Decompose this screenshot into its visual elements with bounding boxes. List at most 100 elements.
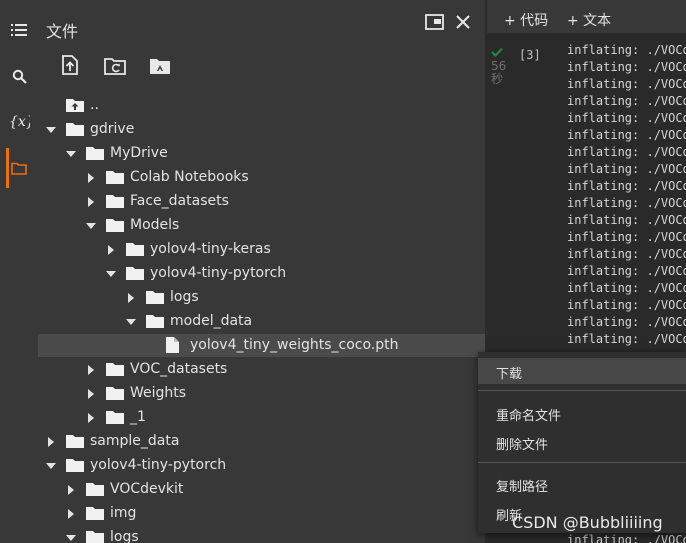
output-line: inflating: ./VOCd	[567, 533, 686, 543]
expand-arrow-right-icon[interactable]	[86, 365, 96, 375]
folder-icon	[146, 290, 164, 308]
expand-arrow-right-icon[interactable]	[66, 509, 76, 519]
tree-row-parent[interactable]: ..	[38, 94, 485, 117]
tree-row-label: VOCdevkit	[110, 481, 184, 497]
folder-icon	[66, 122, 84, 140]
output-line: inflating: ./VOCd	[567, 43, 686, 57]
upload-file-icon[interactable]	[62, 55, 78, 79]
tree-row-label: _1	[130, 409, 146, 425]
output-line: inflating: ./VOCd	[567, 281, 686, 295]
tree-row-folder[interactable]: img	[38, 502, 485, 525]
folder-icon	[146, 314, 164, 332]
exec-time-value: 56	[491, 59, 507, 73]
mount-drive-icon[interactable]	[149, 57, 171, 79]
open-in-window-icon[interactable]	[425, 14, 444, 34]
tree-row-label: yolov4-tiny-pytorch	[90, 457, 227, 473]
folder-icon	[86, 482, 104, 500]
tree-row-folder[interactable]: VOCdevkit	[38, 478, 485, 501]
left-rail: {x}	[0, 0, 38, 543]
expand-arrow-down-icon[interactable]	[66, 149, 76, 159]
close-panel-icon[interactable]	[455, 14, 471, 34]
expand-arrow-right-icon[interactable]	[106, 245, 116, 255]
expand-arrow-right-icon[interactable]	[86, 173, 96, 183]
parent-folder-icon	[66, 98, 84, 116]
refresh-folder-icon[interactable]	[104, 57, 126, 79]
expand-arrow-down-icon[interactable]	[86, 221, 96, 231]
output-line: inflating: ./VOCd	[567, 315, 686, 329]
tree-row-label: Colab Notebooks	[130, 169, 249, 185]
output-line: inflating: ./VOCd	[567, 213, 686, 227]
output-line: inflating: ./VOCd	[567, 332, 686, 346]
folder-icon	[86, 146, 104, 164]
menu-item-rename[interactable]: 重命名文件	[478, 400, 686, 426]
tree-row-folder[interactable]: yolov4-tiny-pytorch	[38, 454, 485, 477]
tree-row-folder[interactable]: sample_data	[38, 430, 485, 453]
check-icon	[491, 47, 503, 57]
files-tab-icon[interactable]	[0, 148, 38, 188]
tree-row-folder[interactable]: yolov4-tiny-keras	[38, 238, 485, 261]
tree-row-label: yolov4-tiny-pytorch	[150, 265, 287, 281]
expand-arrow-right-icon[interactable]	[86, 197, 96, 207]
tree-row-label: img	[110, 505, 137, 521]
output-line: inflating: ./VOCd	[567, 145, 686, 159]
tree-row-folder[interactable]: Face_datasets	[38, 190, 485, 213]
tree-row-folder[interactable]: logs	[38, 526, 485, 543]
search-icon[interactable]	[0, 62, 38, 90]
output-line: inflating: ./VOCd	[567, 111, 686, 125]
expand-arrow-down-icon[interactable]	[106, 269, 116, 279]
tree-row-folder[interactable]: VOC_datasets	[38, 358, 485, 381]
expand-arrow-right-icon[interactable]	[66, 485, 76, 495]
expand-arrow-down-icon[interactable]	[46, 125, 56, 135]
tree-row-folder[interactable]: yolov4-tiny-pytorch	[38, 262, 485, 285]
tree-row-folder[interactable]: MyDrive	[38, 142, 485, 165]
expand-arrow-right-icon[interactable]	[86, 389, 96, 399]
tree-row-label: ..	[90, 97, 99, 113]
folder-icon	[106, 218, 124, 236]
files-panel-title: 文件	[46, 22, 79, 41]
tree-row-file[interactable]: yolov4_tiny_weights_coco.pth	[38, 334, 485, 357]
context-menu: 下载 重命名文件 删除文件 复制路径 刷新	[478, 352, 686, 533]
menu-item-download[interactable]: 下载	[478, 358, 686, 384]
expand-arrow-down-icon[interactable]	[66, 533, 76, 543]
output-line: inflating: ./VOCd	[567, 94, 686, 108]
tree-row-label: MyDrive	[110, 145, 168, 161]
expand-arrow-right-icon[interactable]	[46, 437, 56, 447]
menu-item-copy-path[interactable]: 复制路径	[478, 471, 686, 497]
add-text-button[interactable]: + 文本	[567, 10, 611, 30]
output-line: inflating: ./VOCd	[567, 77, 686, 91]
variables-icon[interactable]: {x}	[0, 107, 38, 135]
svg-text:{x}: {x}	[9, 114, 30, 129]
tree-row-label: logs	[170, 289, 199, 305]
watermark: CSDN @Bubbliiiing	[512, 513, 663, 532]
output-line: inflating: ./VOCd	[567, 230, 686, 244]
menu-item-delete[interactable]: 删除文件	[478, 429, 686, 455]
files-panel: 文件 .. gdrive MyDrive Colab Notebooks Face_da…	[38, 0, 485, 543]
tree-row-folder[interactable]: Colab Notebooks	[38, 166, 485, 189]
tree-row-folder[interactable]: Models	[38, 214, 485, 237]
folder-icon	[106, 362, 124, 380]
tree-row-label: yolov4-tiny-keras	[150, 241, 271, 257]
tree-row-folder[interactable]: logs	[38, 286, 485, 309]
output-line: inflating: ./VOCd	[567, 179, 686, 193]
folder-icon	[86, 506, 104, 524]
folder-icon	[106, 170, 124, 188]
tree-row-folder[interactable]: model_data	[38, 310, 485, 333]
exec-time-unit: 秒	[491, 72, 504, 86]
tree-row-folder[interactable]: gdrive	[38, 118, 485, 141]
output-line: inflating: ./VOCd	[567, 264, 686, 278]
expand-arrow-down-icon[interactable]	[46, 461, 56, 471]
expand-arrow-right-icon[interactable]	[126, 293, 136, 303]
tree-row-label: gdrive	[90, 121, 135, 137]
tree-row-folder[interactable]: Weights	[38, 382, 485, 405]
tree-row-label: logs	[110, 529, 139, 543]
output-line: inflating: ./VOCd	[567, 162, 686, 176]
folder-icon	[106, 194, 124, 212]
output-line: inflating: ./VOCd	[567, 247, 686, 261]
toc-icon[interactable]	[0, 16, 38, 44]
add-code-button[interactable]: + 代码	[504, 10, 548, 30]
tree-row-label: yolov4_tiny_weights_coco.pth	[190, 337, 399, 353]
menu-separator	[478, 462, 686, 463]
expand-arrow-down-icon[interactable]	[126, 317, 136, 327]
expand-arrow-right-icon[interactable]	[86, 413, 96, 423]
tree-row-folder[interactable]: _1	[38, 406, 485, 429]
